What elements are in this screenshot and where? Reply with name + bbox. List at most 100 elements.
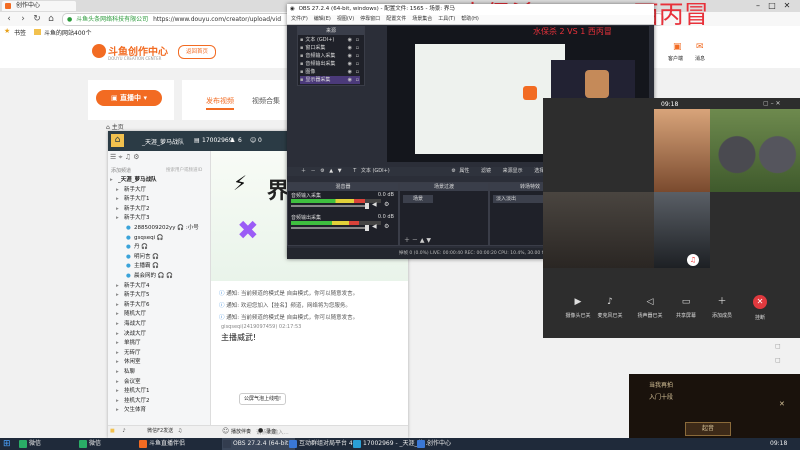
- obs-menu-item[interactable]: 视图(V): [337, 16, 354, 22]
- message-icon[interactable]: ✉: [696, 43, 706, 52]
- speaker-icon[interactable]: ◀: [372, 201, 377, 208]
- eye-icon[interactable]: ◉: [348, 76, 352, 84]
- side-tool-icon[interactable]: ◻: [775, 356, 781, 364]
- home-nav[interactable]: ⌂ 主页: [106, 122, 124, 131]
- notice-bubble[interactable]: 公屏气泡上线啦!: [239, 393, 287, 405]
- taskbar-item[interactable]: OBS 27.2.4 (64-bit...: [222, 438, 295, 450]
- close-icon[interactable]: ✕: [780, 0, 794, 12]
- add-member-button[interactable]: ＋ 添加成员: [705, 298, 739, 320]
- gear-icon[interactable]: ⚙: [320, 168, 324, 174]
- eye-icon[interactable]: ◉: [348, 36, 352, 44]
- sidebar-channel-item[interactable]: ▸ 新手大厅6: [108, 301, 210, 310]
- taskbar-item[interactable]: 微信: [78, 438, 145, 450]
- sidebar-channel-item[interactable]: ▸ 决战大厅: [108, 330, 210, 339]
- obs-menu-item[interactable]: 场景集合: [412, 16, 432, 22]
- source-item[interactable]: ▪ 音频输入采集 ◉ ▫: [300, 52, 360, 60]
- toolbar-props[interactable]: 属性: [459, 168, 469, 174]
- camera-toggle[interactable]: ▶ 摄像头已关: [561, 298, 595, 320]
- taskbar-item[interactable]: 微信: [18, 438, 85, 450]
- obs-menu-item[interactable]: 帮助(H): [461, 16, 479, 22]
- obs-menu-item[interactable]: 停靠窗口: [360, 16, 380, 22]
- volume-slider-knob[interactable]: [365, 203, 369, 209]
- lock-icon[interactable]: ▫: [356, 44, 359, 52]
- sidebar-channel-item[interactable]: ▸ 欠生体育: [108, 406, 210, 415]
- settings-icon[interactable]: ⚙: [133, 153, 139, 161]
- footer-tool[interactable]: 录音: [266, 428, 276, 435]
- sidebar-channel-item[interactable]: ▸ 新手大厅3: [108, 214, 210, 223]
- source-item[interactable]: ▪ 图像 ◉ ▫: [300, 68, 360, 76]
- footer-tool[interactable]: 播放伴奏: [231, 428, 251, 435]
- taskbar-item[interactable]: 17002969 - _天涯_萝...: [352, 438, 429, 450]
- lock-icon[interactable]: ▫: [356, 60, 359, 68]
- speaker-toggle[interactable]: ◁ 扬声器已关: [633, 298, 667, 320]
- sidebar-channel-item[interactable]: ▸ 新手大厅4: [108, 282, 210, 291]
- sidebar-channel-item[interactable]: ▸ _天涯_萝马战队: [108, 176, 210, 185]
- live-button[interactable]: ▣ 直播中 ▾: [96, 90, 162, 106]
- eye-icon[interactable]: ◉: [348, 44, 352, 52]
- obs-menu-item[interactable]: 编辑(E): [314, 16, 331, 22]
- taskbar-item[interactable]: 创作中心: [416, 438, 477, 450]
- sidebar-channel-item[interactable]: ▸ 随机大厅: [108, 310, 210, 319]
- back-home-button[interactable]: 返回首页: [178, 45, 216, 59]
- sidebar-channel-item[interactable]: ▸ 私聊: [108, 368, 210, 377]
- side-tool-icon[interactable]: ◻: [775, 342, 781, 350]
- eye-icon[interactable]: ◉: [348, 68, 352, 76]
- lock-icon[interactable]: ▫: [356, 52, 359, 60]
- sidebar-channel-item[interactable]: ▸ 挂机大厅1: [108, 387, 210, 396]
- down-icon[interactable]: ▼: [338, 168, 342, 174]
- source-item[interactable]: ▪ 文本 (GDI+) ◉ ▫: [300, 36, 360, 44]
- speaker-icon[interactable]: ◀: [372, 223, 377, 230]
- taskbar-item[interactable]: 斗鱼直播伴侣: [138, 438, 229, 450]
- browser-tab[interactable]: 创作中心: [2, 1, 76, 11]
- menu-icon[interactable]: ☰: [110, 153, 119, 161]
- bookmark-item[interactable]: 书签: [14, 28, 26, 37]
- toolbar-filter[interactable]: 滤镜: [481, 168, 491, 174]
- sidebar-channel-item[interactable]: ▸ 新手大厅: [108, 186, 210, 195]
- volume-slider-knob[interactable]: [365, 225, 369, 231]
- sidebar-channel-item[interactable]: ● 丹 🎧: [108, 243, 210, 252]
- sidebar-channel-item[interactable]: ● 晨会网的 🎧 🎧: [108, 272, 210, 281]
- bookmark-item[interactable]: 斗鱼的网站400个: [44, 28, 91, 37]
- properties-icon[interactable]: ⚙: [451, 168, 455, 174]
- game-close-icon[interactable]: ✕: [779, 400, 785, 408]
- minimize-icon[interactable]: –: [752, 0, 764, 12]
- sidebar-channel-item[interactable]: ▸ 新手大厅1: [108, 195, 210, 204]
- sidebar-channel-item[interactable]: ● 明问言 🎧: [108, 253, 210, 262]
- sidebar-channel-item[interactable]: ▸ 休闲室: [108, 358, 210, 367]
- share-screen-button[interactable]: ▭ 共享屏幕: [669, 298, 703, 320]
- maximize-icon[interactable]: □: [766, 0, 778, 12]
- mic-icon[interactable]: ♪: [122, 428, 125, 434]
- tab-upload-video[interactable]: 发布视频: [206, 96, 234, 106]
- footer-tool[interactable]: 微信F2发送: [147, 428, 173, 434]
- sidebar-channel-item[interactable]: ▸ 海战大厅: [108, 320, 210, 329]
- sidebar-channel-item[interactable]: ▸ 单挑厅: [108, 339, 210, 348]
- sidebar-channel-item[interactable]: ▸ 新手大厅5: [108, 291, 210, 300]
- call-window-controls[interactable]: ▢ – ✕: [763, 100, 781, 107]
- add-icon[interactable]: ＋: [301, 168, 306, 174]
- hang-up-button[interactable]: ✕ 挂断: [743, 295, 777, 321]
- search-placeholder[interactable]: 搜索用户或频道ID: [166, 167, 202, 173]
- gear-icon[interactable]: ⚙: [384, 223, 389, 230]
- emoji-icon[interactable]: ☺: [222, 427, 229, 435]
- game-button[interactable]: 起音: [685, 422, 731, 436]
- gear-icon[interactable]: ⚙: [384, 201, 389, 208]
- eye-icon[interactable]: ◉: [348, 60, 352, 68]
- tab-video-collection[interactable]: 视频合集: [252, 96, 280, 106]
- eye-icon[interactable]: ◉: [348, 52, 352, 60]
- toolbar-scene[interactable]: 来源显示: [503, 168, 523, 174]
- client-icon[interactable]: ▣: [673, 43, 683, 52]
- sidebar-channel-item[interactable]: ● 2885009202yy 🎧 :小号: [108, 224, 210, 233]
- source-item[interactable]: ▪ 音频输出采集 ◉ ▫: [300, 60, 360, 68]
- forward-icon[interactable]: ›: [18, 14, 28, 24]
- lock-icon[interactable]: ▫: [356, 68, 359, 76]
- obs-menu-item[interactable]: 工具(T): [438, 16, 455, 22]
- obs-menu-item[interactable]: 配置文件: [386, 16, 406, 22]
- sidebar-channel-item[interactable]: ▸ 挂机大厅2: [108, 397, 210, 406]
- sidebar-channel-item[interactable]: ● 主播霸 🎧: [108, 262, 210, 271]
- channel-home-icon[interactable]: ⌂: [111, 134, 124, 147]
- source-item[interactable]: ▪ 窗口采集 ◉ ▫: [300, 44, 360, 52]
- volume-slider[interactable]: [291, 203, 369, 209]
- source-item[interactable]: ▪ 显示器采集 ◉ ▫: [300, 76, 360, 84]
- lock-icon[interactable]: ▫: [356, 76, 359, 84]
- volume-slider[interactable]: [291, 225, 369, 231]
